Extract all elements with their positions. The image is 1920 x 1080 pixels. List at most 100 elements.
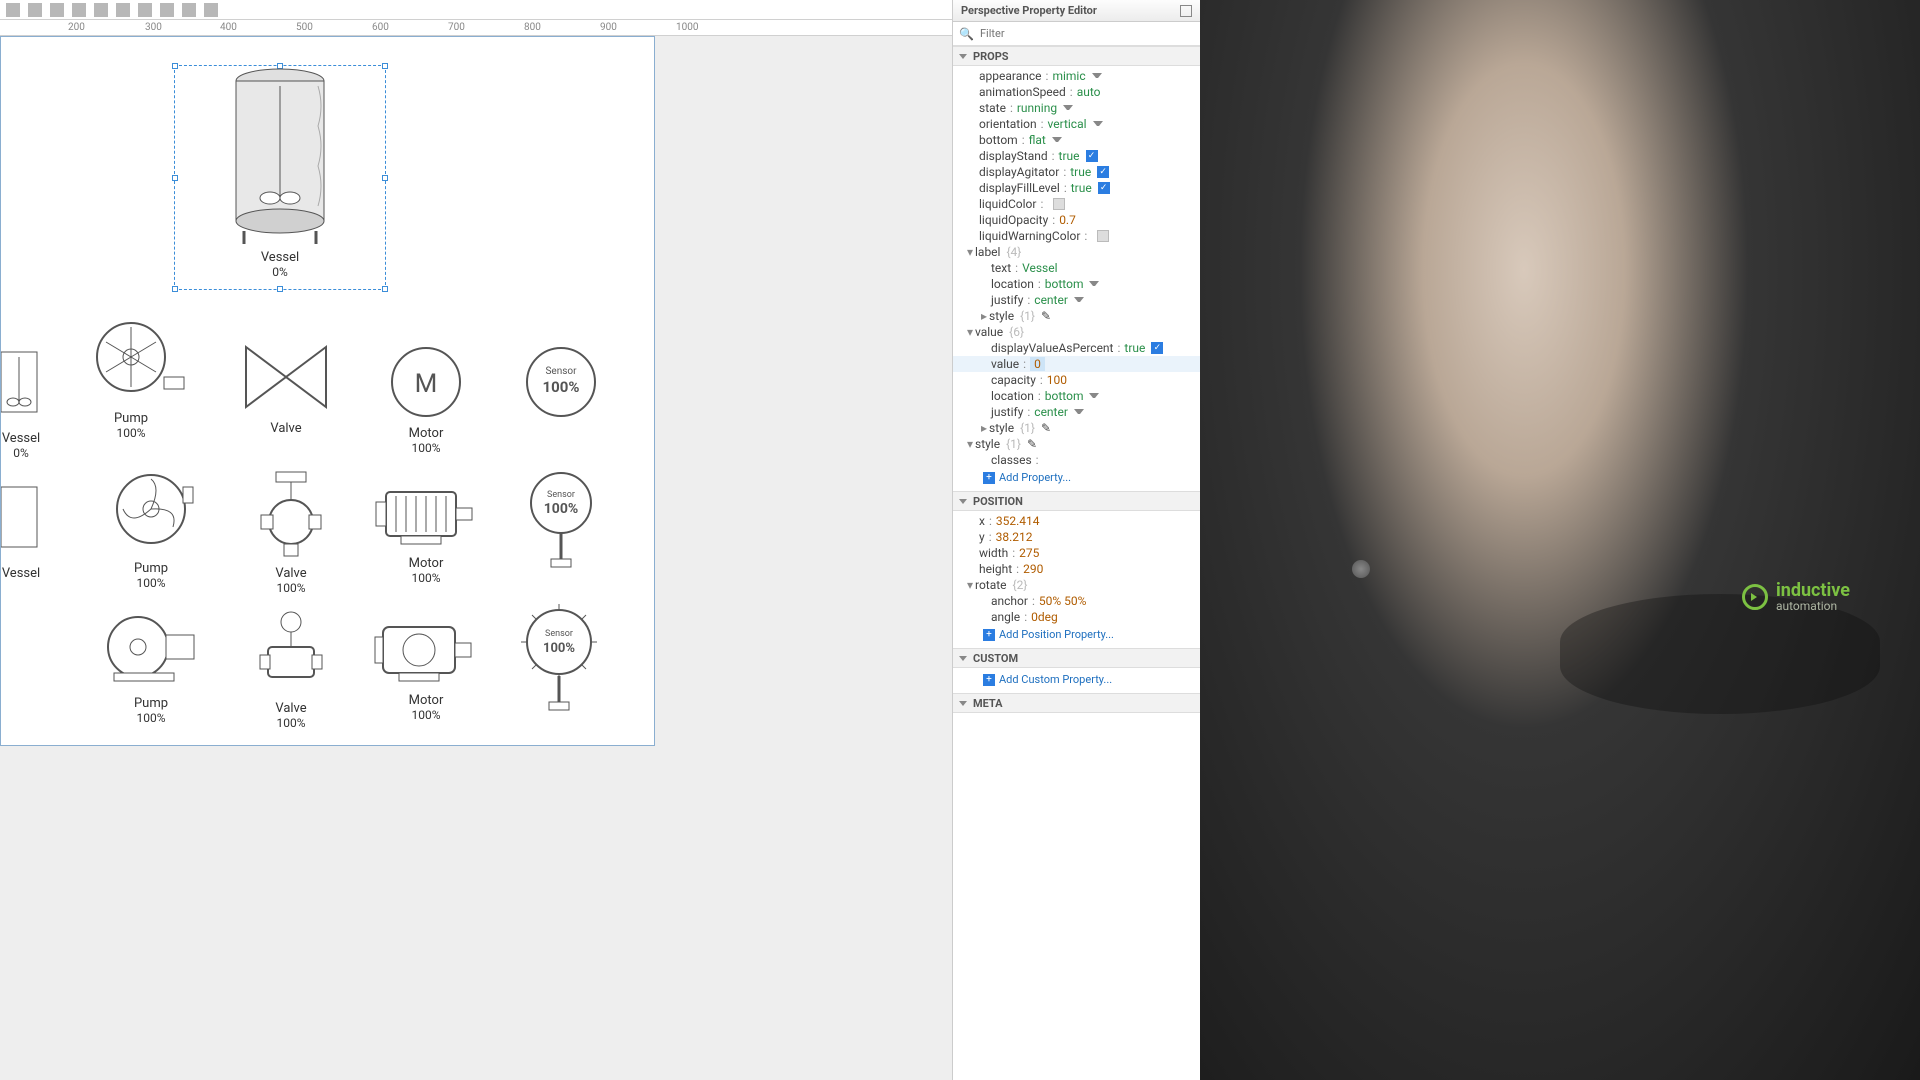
expand-icon[interactable]: ▸ — [979, 309, 989, 323]
chevron-down-icon[interactable] — [1089, 281, 1099, 287]
prop-y[interactable]: 38.212 — [996, 530, 1033, 544]
style-icon[interactable]: ✎ — [1027, 437, 1037, 451]
panel-title-text: Perspective Property Editor — [961, 4, 1097, 17]
collapse-icon[interactable]: ▾ — [965, 245, 975, 259]
caret-down-icon — [959, 54, 967, 59]
maximize-icon[interactable] — [1180, 5, 1192, 17]
prop-style-header[interactable]: style — [989, 421, 1014, 435]
collapse-icon[interactable]: ▾ — [965, 325, 975, 339]
prop-liquidopacity[interactable]: 0.7 — [1059, 213, 1076, 227]
motor-value: 100% — [411, 441, 440, 455]
checkbox-icon[interactable]: ✓ — [1097, 166, 1109, 178]
section-position[interactable]: POSITION — [953, 491, 1200, 511]
checkbox-icon[interactable]: ✓ — [1086, 150, 1098, 162]
tool-icon[interactable] — [6, 3, 20, 17]
prop-dvap[interactable]: true — [1124, 341, 1145, 355]
collapse-icon[interactable]: ▾ — [965, 578, 975, 592]
motor-icon[interactable] — [371, 472, 481, 552]
section-props[interactable]: PROPS — [953, 46, 1200, 66]
prop-appearance[interactable]: mimic — [1052, 69, 1085, 83]
prop-animationspeed[interactable]: auto — [1077, 85, 1101, 99]
tool-icon[interactable] — [204, 3, 218, 17]
prop-style-header[interactable]: style — [989, 309, 1014, 323]
prop-state[interactable]: running — [1017, 101, 1057, 115]
add-position-property-button[interactable]: +Add Position Property... — [953, 625, 1200, 644]
color-swatch[interactable] — [1097, 230, 1109, 242]
add-property-button[interactable]: +Add Property... — [953, 468, 1200, 487]
prop-displayfilllevel[interactable]: true — [1071, 181, 1092, 195]
style-icon[interactable]: ✎ — [1041, 421, 1051, 435]
tool-icon[interactable] — [72, 3, 86, 17]
prop-capacity[interactable]: 100 — [1047, 373, 1067, 387]
chevron-down-icon[interactable] — [1093, 121, 1103, 127]
prop-anchor[interactable]: 50% 50% — [1039, 594, 1087, 608]
sensor-icon[interactable]: Sensor100% — [521, 467, 601, 577]
add-custom-property-button[interactable]: +Add Custom Property... — [953, 670, 1200, 689]
tool-icon[interactable] — [50, 3, 64, 17]
tool-icon[interactable] — [160, 3, 174, 17]
checkbox-icon[interactable]: ✓ — [1151, 342, 1163, 354]
prop-value-header[interactable]: value — [975, 325, 1003, 339]
resize-handle[interactable] — [382, 286, 388, 292]
chevron-down-icon[interactable] — [1074, 297, 1084, 303]
motor-icon[interactable] — [371, 609, 481, 689]
tool-icon[interactable] — [138, 3, 152, 17]
main-toolbar[interactable] — [0, 0, 952, 20]
prop-orientation[interactable]: vertical — [1048, 117, 1087, 131]
color-swatch[interactable] — [1053, 198, 1065, 210]
tool-icon[interactable] — [94, 3, 108, 17]
prop-label-location[interactable]: bottom — [1045, 277, 1084, 291]
prop-root-style[interactable]: style — [975, 437, 1000, 451]
pump-icon[interactable] — [96, 607, 206, 692]
vessel-icon[interactable] — [1, 482, 41, 562]
prop-rotate-header[interactable]: rotate — [975, 578, 1007, 592]
section-custom[interactable]: CUSTOM — [953, 648, 1200, 668]
vessel-icon[interactable] — [1, 347, 41, 427]
valve-icon[interactable] — [236, 337, 336, 417]
prop-value-justify[interactable]: center — [1034, 405, 1068, 419]
svg-text:Sensor: Sensor — [547, 490, 575, 500]
prop-displayagitator[interactable]: true — [1070, 165, 1091, 179]
design-canvas[interactable]: Vessel 0% Vessel 0% Vessel — [0, 36, 655, 746]
svg-text:Sensor: Sensor — [545, 629, 573, 639]
chevron-down-icon[interactable] — [1074, 409, 1084, 415]
sensor-icon[interactable]: Sensor100% — [514, 602, 604, 722]
chevron-down-icon[interactable] — [1089, 393, 1099, 399]
tool-icon[interactable] — [116, 3, 130, 17]
pump-icon[interactable] — [101, 467, 201, 557]
prop-angle[interactable]: 0deg — [1031, 610, 1058, 624]
expand-icon[interactable]: ▸ — [979, 421, 989, 435]
resize-handle[interactable] — [172, 286, 178, 292]
prop-width[interactable]: 275 — [1019, 546, 1039, 560]
tool-icon[interactable] — [182, 3, 196, 17]
checkbox-icon[interactable]: ✓ — [1098, 182, 1110, 194]
prop-x[interactable]: 352.414 — [996, 514, 1040, 528]
filter-input[interactable] — [980, 27, 1194, 40]
chevron-down-icon[interactable] — [1052, 137, 1062, 143]
pump-icon[interactable] — [76, 317, 186, 407]
prop-label-justify[interactable]: center — [1034, 293, 1068, 307]
prop-value-value[interactable]: 0 — [1030, 357, 1045, 371]
style-icon[interactable]: ✎ — [1041, 309, 1051, 323]
valve-icon[interactable] — [256, 607, 326, 697]
resize-handle[interactable] — [277, 286, 283, 292]
gear-icon — [1742, 584, 1768, 610]
valve-icon[interactable] — [256, 467, 326, 562]
collapse-icon[interactable]: ▾ — [965, 437, 975, 451]
prop-height[interactable]: 290 — [1023, 562, 1043, 576]
vessel-icon[interactable] — [220, 66, 340, 246]
logo-text: inductive — [1776, 580, 1850, 601]
section-meta[interactable]: META — [953, 693, 1200, 713]
sensor-icon[interactable]: Sensor100% — [521, 342, 601, 422]
prop-bottom[interactable]: flat — [1029, 133, 1046, 147]
selection-box[interactable]: Vessel 0% — [174, 65, 386, 290]
chevron-down-icon[interactable] — [1063, 105, 1073, 111]
motor-icon[interactable]: M — [386, 342, 466, 422]
motor-value: 100% — [411, 571, 440, 585]
prop-label-header[interactable]: label — [975, 245, 1000, 259]
tool-icon[interactable] — [28, 3, 42, 17]
prop-label-text[interactable]: Vessel — [1022, 261, 1057, 275]
prop-displaystand[interactable]: true — [1059, 149, 1080, 163]
chevron-down-icon[interactable] — [1092, 73, 1102, 79]
prop-value-location[interactable]: bottom — [1045, 389, 1084, 403]
